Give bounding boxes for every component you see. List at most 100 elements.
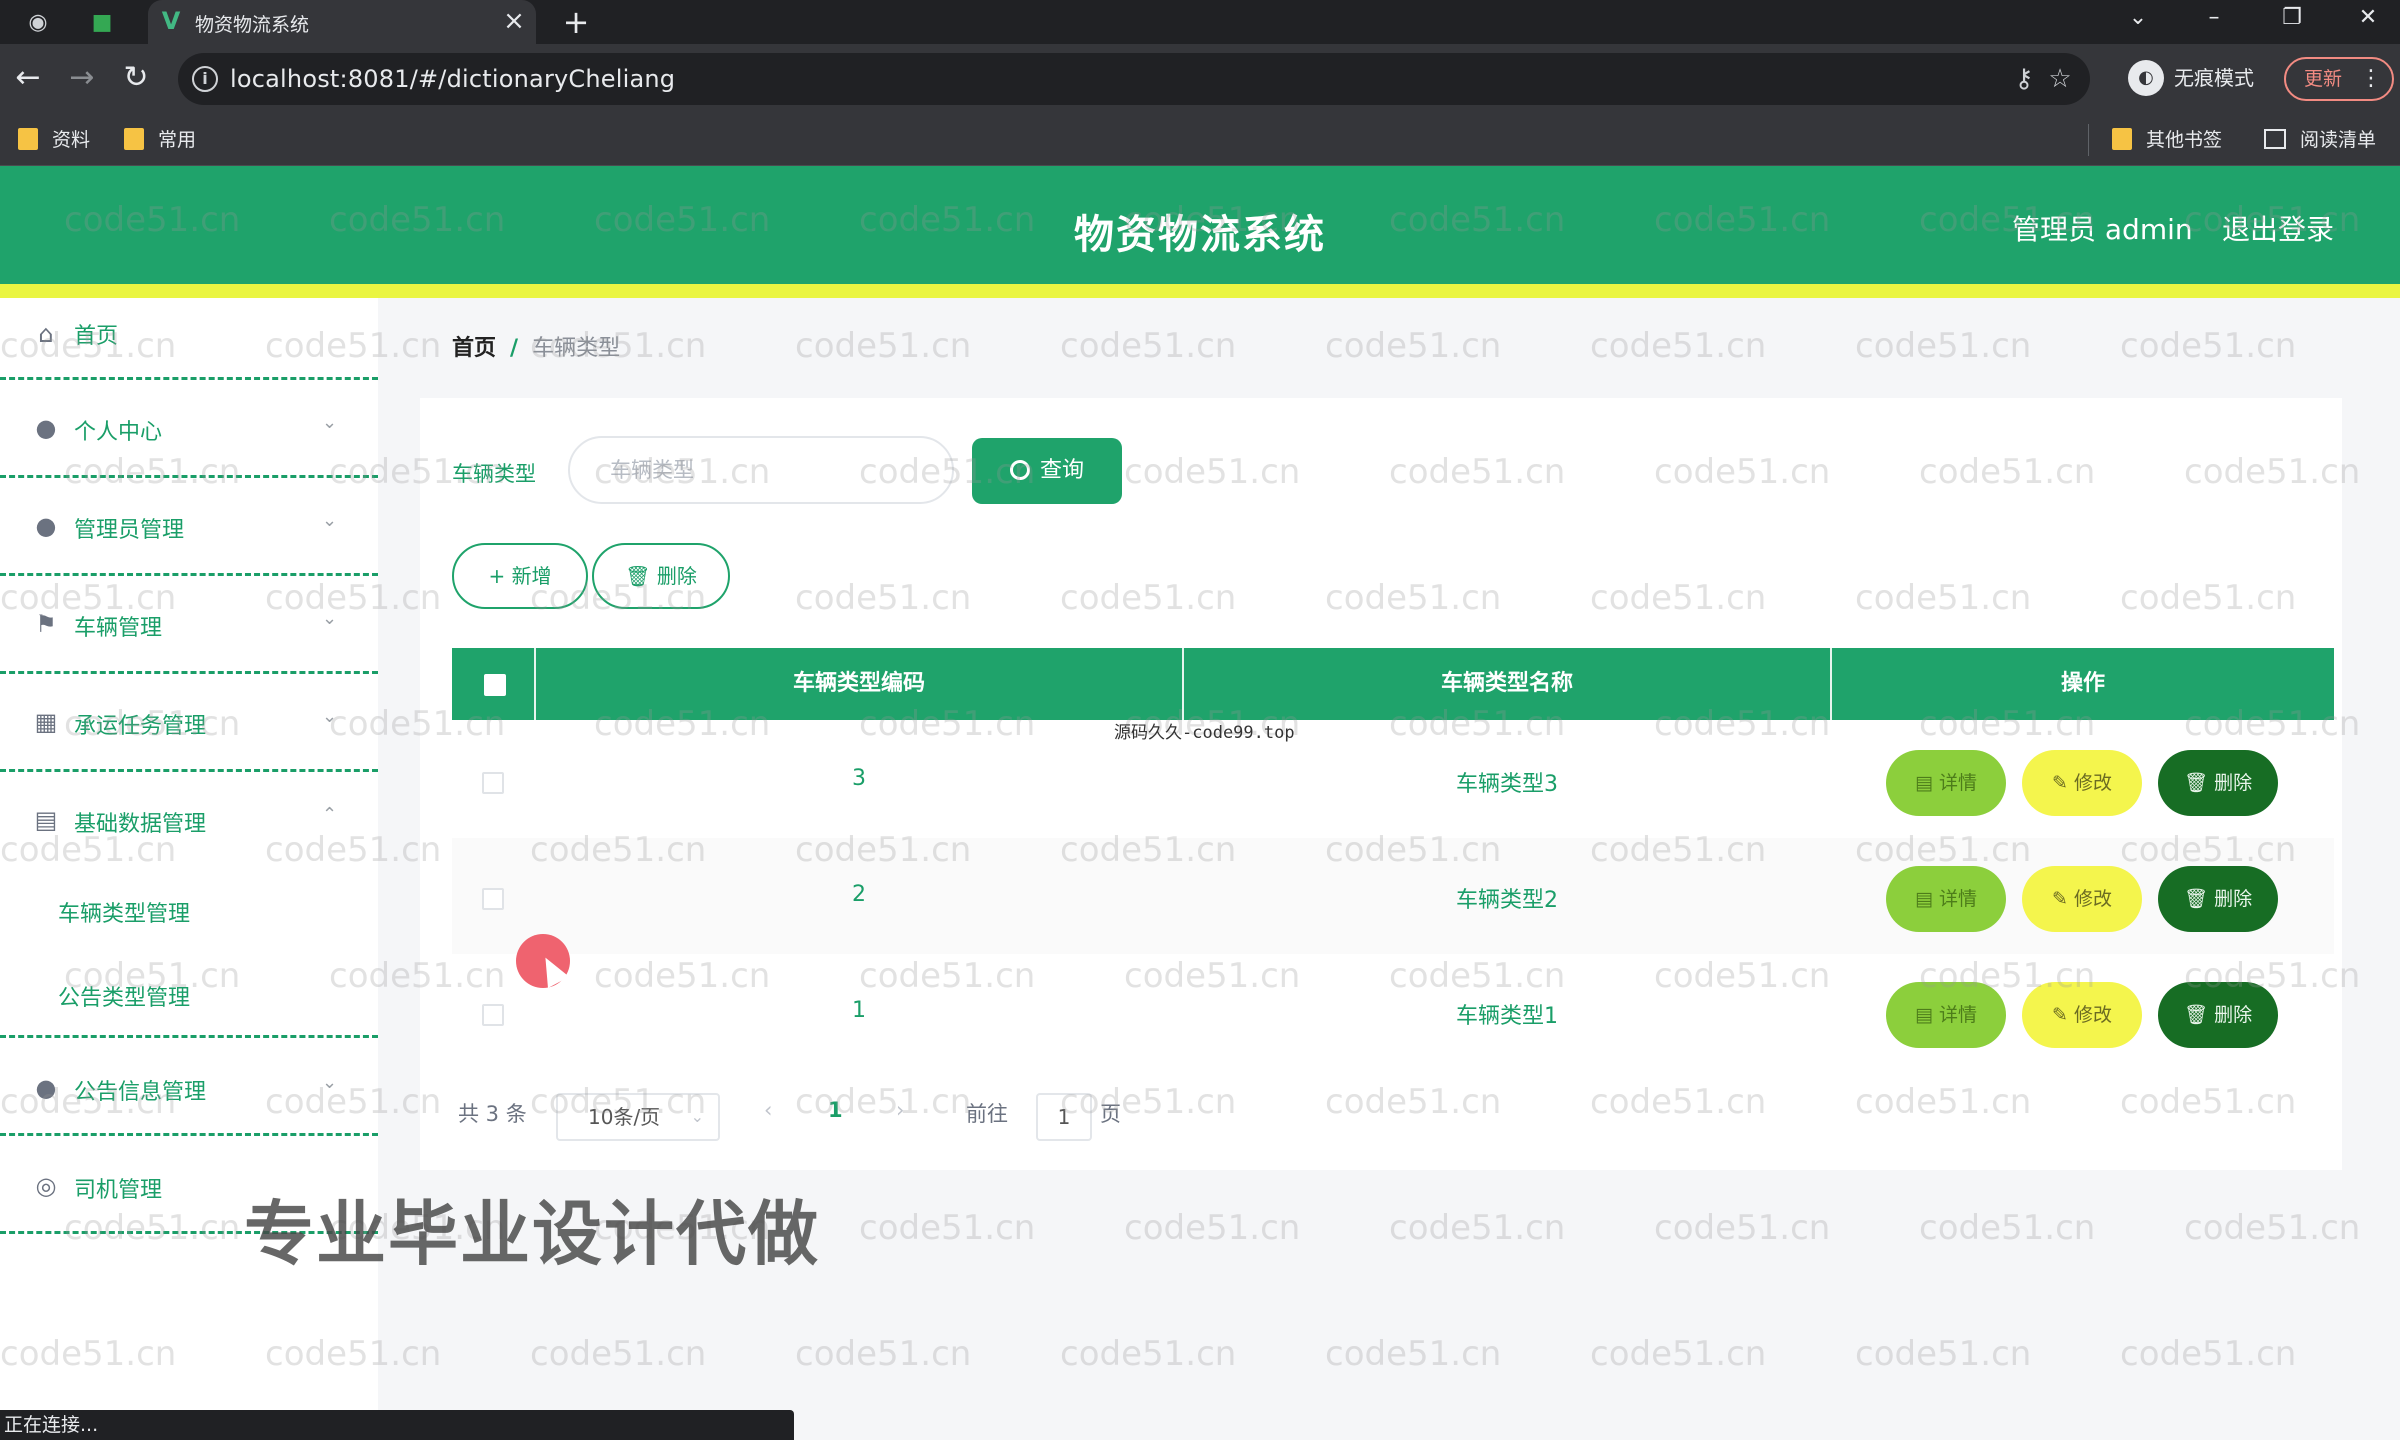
- url-field[interactable]: i localhost:8081/#/dictionaryCheliang ⚷ …: [178, 53, 2090, 105]
- password-key-icon[interactable]: ⚷: [2008, 63, 2040, 95]
- bookmark-label: 资料: [52, 129, 91, 151]
- watermark-text: code51.cn: [2184, 200, 2361, 240]
- watermark-text: code51.cn: [0, 1334, 177, 1374]
- edit-label: 修改: [2073, 772, 2112, 794]
- watermark-text: code51.cn: [64, 956, 241, 996]
- sidebar-item-admin-management[interactable]: ● 管理员管理 ⌄: [0, 478, 378, 576]
- row-checkbox[interactable]: [482, 772, 504, 794]
- restore-icon[interactable]: ❐: [2264, 0, 2320, 36]
- detail-icon: ▤: [1914, 888, 1939, 910]
- sidebar-item-label: 个人中心: [74, 420, 163, 445]
- edit-button[interactable]: ✎ 修改: [2022, 750, 2142, 816]
- watermark-text: code51.cn: [2120, 1334, 2297, 1374]
- close-tab-icon[interactable]: ×: [500, 6, 528, 36]
- update-button[interactable]: 更新 ⋮: [2284, 57, 2394, 101]
- watermark-text: code51.cn: [1124, 1208, 1301, 1248]
- bookmark-folder[interactable]: 常用: [124, 124, 196, 156]
- back-icon[interactable]: ←: [8, 58, 48, 98]
- trash-icon: 🗑: [2183, 1004, 2215, 1026]
- more-menu-icon: ⋮: [2360, 66, 2382, 91]
- watermark-text: code51.cn: [795, 1082, 972, 1122]
- submenu-vehicle-type[interactable]: 车辆类型管理: [58, 896, 190, 928]
- prev-page-icon[interactable]: ‹: [764, 1098, 772, 1122]
- edit-button[interactable]: ✎ 修改: [2022, 866, 2142, 932]
- tab-title: 物资物流系统: [195, 14, 310, 36]
- plus-icon: +: [488, 564, 512, 588]
- watermark-text: code51.cn: [1590, 1334, 1767, 1374]
- forward-icon[interactable]: →: [62, 58, 102, 98]
- breadcrumb-home[interactable]: 首页: [452, 336, 496, 361]
- watermark-text: code51.cn: [265, 578, 442, 618]
- detail-icon: ▤: [1914, 1004, 1939, 1026]
- detail-button[interactable]: ▤ 详情: [1886, 866, 2006, 932]
- edit-label: 修改: [2073, 1004, 2112, 1026]
- watermark-text: code51.cn: [1325, 326, 1502, 366]
- watermark-text: code51.cn: [859, 452, 1036, 492]
- watermark-text: code51.cn: [64, 200, 241, 240]
- watermark-text: code51.cn: [1590, 1082, 1767, 1122]
- watermark-text: code51.cn: [2120, 326, 2297, 366]
- watermark-text: code51.cn: [2120, 1082, 2297, 1122]
- select-all-checkbox[interactable]: [484, 674, 506, 696]
- cell-code: 1: [852, 998, 866, 1023]
- watermark-text: code51.cn: [594, 956, 771, 996]
- watermark-text: code51.cn: [859, 1208, 1036, 1248]
- query-label: 查询: [1039, 458, 1084, 483]
- tab-search-icon[interactable]: ⌄: [2110, 0, 2166, 36]
- watermark-text: code51.cn: [1855, 830, 2032, 870]
- watermark-text: code51.cn: [594, 452, 771, 492]
- watermark-text: code51.cn: [1654, 956, 1831, 996]
- watermark-text: code51.cn: [265, 1082, 442, 1122]
- watermark-text: code51.cn: [1919, 704, 2096, 744]
- watermark-text: code51.cn: [1590, 830, 1767, 870]
- watermark-text: code51.cn: [1919, 956, 2096, 996]
- source-watermark: 源码久久-code99.top: [1114, 723, 1295, 743]
- site-info-icon[interactable]: i: [192, 66, 218, 92]
- driver-icon: ◎: [35, 1172, 57, 1200]
- watermark-text: code51.cn: [1919, 452, 2096, 492]
- row-checkbox[interactable]: [482, 888, 504, 910]
- new-tab-icon[interactable]: +: [560, 2, 592, 42]
- browser-menu-icon[interactable]: ◉: [24, 8, 52, 36]
- breadcrumb-separator: /: [510, 336, 519, 361]
- bookmark-folder[interactable]: 资料: [18, 124, 90, 156]
- bookmark-star-icon[interactable]: ☆: [2044, 63, 2076, 95]
- delete-label: 删除: [2214, 1004, 2253, 1026]
- row-checkbox[interactable]: [482, 1004, 504, 1026]
- tab-group-icon[interactable]: ■: [88, 8, 116, 36]
- minimize-icon[interactable]: –: [2186, 0, 2242, 36]
- detail-button[interactable]: ▤ 详情: [1886, 750, 2006, 816]
- watermark-text: code51.cn: [0, 830, 177, 870]
- update-label: 更新: [2304, 68, 2343, 90]
- watermark-text: code51.cn: [2120, 578, 2297, 618]
- watermark-text: code51.cn: [1855, 1082, 2032, 1122]
- reload-icon[interactable]: ↻: [116, 58, 156, 98]
- delete-label: 删除: [2214, 772, 2253, 794]
- cell-code: 2: [852, 882, 866, 907]
- reading-list[interactable]: 阅读清单: [2264, 124, 2376, 156]
- watermark-text: code51.cn: [265, 326, 442, 366]
- browser-tab-bar: ◉ ■ V 物资物流系统 × + ⌄ – ❐ ✕: [0, 0, 2400, 44]
- other-bookmarks[interactable]: 其他书签: [2112, 124, 2222, 156]
- watermark-text: code51.cn: [1124, 452, 1301, 492]
- watermark-text: code51.cn: [859, 704, 1036, 744]
- watermark-text: code51.cn: [1590, 326, 1767, 366]
- edit-icon: ✎: [2052, 888, 2074, 910]
- bookmark-divider: [2088, 124, 2089, 156]
- watermark-text: code51.cn: [1060, 578, 1237, 618]
- window-close-icon[interactable]: ✕: [2340, 0, 2396, 36]
- folder-icon: [18, 127, 38, 150]
- bookmark-label: 阅读清单: [2300, 129, 2377, 151]
- watermark-text: code51.cn: [2120, 830, 2297, 870]
- sidebar-item-basic-data[interactable]: ▤ 基础数据管理 ⌃ 车辆类型管理 公告类型管理: [0, 772, 378, 1038]
- cell-name: 车辆类型3: [1456, 772, 1558, 797]
- watermark-text: code51.cn: [859, 200, 1036, 240]
- delete-button[interactable]: 🗑 删除: [2158, 866, 2278, 932]
- url-text: localhost:8081/#/dictionaryCheliang: [230, 65, 676, 93]
- delete-button[interactable]: 🗑 删除: [2158, 750, 2278, 816]
- watermark-text: code51.cn: [1389, 200, 1566, 240]
- watermark-text: code51.cn: [0, 578, 177, 618]
- watermark-text: code51.cn: [64, 704, 241, 744]
- watermark-text: code51.cn: [265, 830, 442, 870]
- cell-code: 3: [852, 766, 866, 791]
